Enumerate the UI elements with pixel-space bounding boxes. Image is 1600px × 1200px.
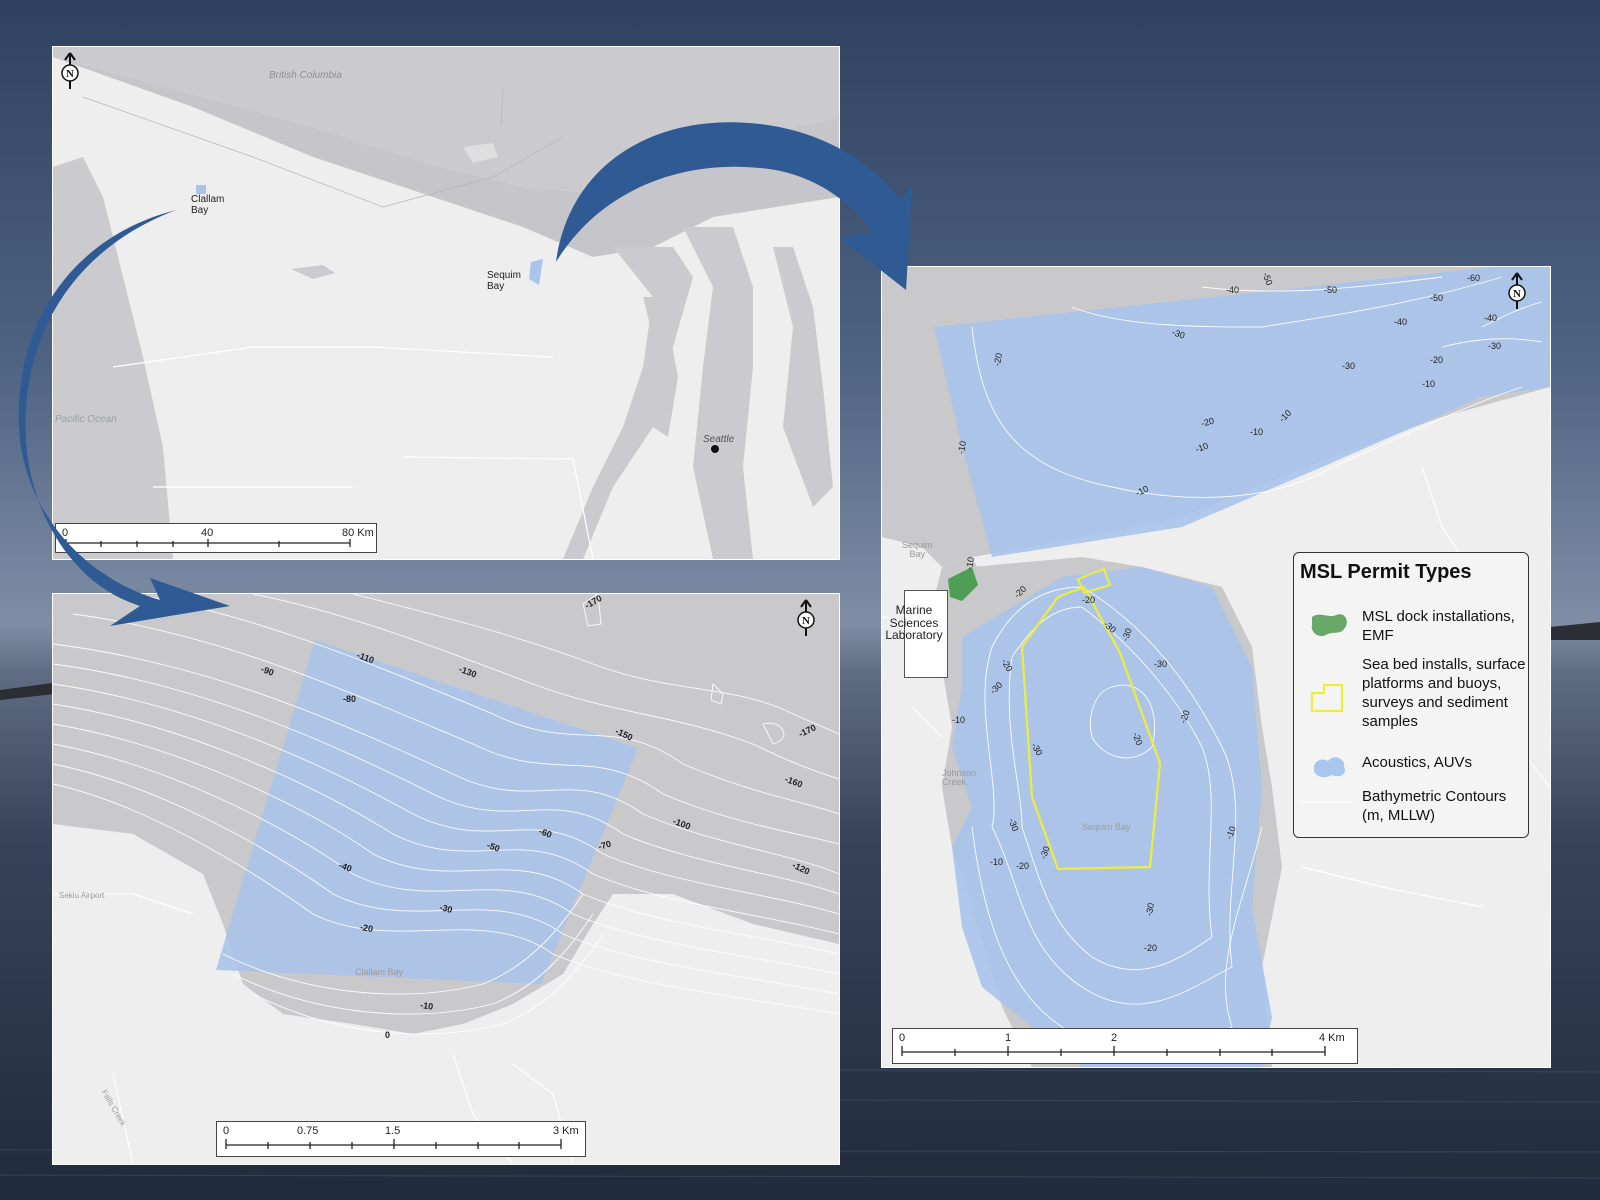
north-arrow-icon: N xyxy=(57,51,83,91)
label-marine-sciences-laboratory: Marine Sciences Laboratory xyxy=(885,603,943,643)
scale-bar-sequim: 0 1 2 4 Km xyxy=(892,1028,1358,1064)
contour-label: -10 xyxy=(1422,379,1436,389)
contour-label: -10 xyxy=(952,715,966,725)
legend-item-contours: Bathymetric Contours (m, MLLW) xyxy=(1362,788,1507,824)
acoustic-swatch-icon xyxy=(1313,757,1346,778)
contour-label: -40 xyxy=(1226,285,1240,295)
scale-bar-overview: 0 40 80 Km xyxy=(55,523,377,553)
contour-label: -20 xyxy=(1082,595,1096,605)
label-sequim-bay-town: Sequim Bay xyxy=(902,540,933,560)
label-seattle: Seattle xyxy=(703,434,735,445)
scale-bar-clallam: 0 0.75 1.5 3 Km xyxy=(216,1121,586,1157)
legend-item-acoustics: Acoustics, AUVs xyxy=(1362,754,1473,771)
svg-text:N: N xyxy=(1513,288,1521,300)
contour-label: -20 xyxy=(1016,861,1030,871)
contour-label: -30 xyxy=(1154,659,1168,669)
contour-label: -10 xyxy=(419,1000,434,1012)
legend-item-seabed: Sea bed installs, surface platforms and … xyxy=(1362,656,1526,730)
north-arrow-icon: N xyxy=(793,598,819,638)
svg-text:N: N xyxy=(802,615,810,627)
legend-title: MSL Permit Types xyxy=(1300,561,1472,583)
label-british-columbia: British Columbia xyxy=(269,70,342,81)
label-clallam-bay-overview: Clallam Bay xyxy=(191,194,225,216)
label-pacific-ocean: Pacific Ocean xyxy=(55,414,117,425)
contour-label: 0 xyxy=(385,1030,391,1040)
contour-line-swatch-icon xyxy=(1300,801,1352,803)
north-arrow-icon: N xyxy=(1504,271,1530,311)
contour-label: -40 xyxy=(1484,313,1498,323)
label-sekiu-airport: Sekiu Airport xyxy=(59,891,105,900)
label-sequim-bay-water: Sequim Bay xyxy=(1082,822,1131,832)
contour-label: -10 xyxy=(1250,427,1264,437)
overview-map[interactable]: British Columbia Clallam Bay Sequim Bay … xyxy=(52,46,840,560)
contour-label: -20 xyxy=(1144,943,1158,953)
dock-swatch-icon xyxy=(1311,614,1347,637)
contour-label: -20 xyxy=(1430,355,1444,365)
clallam-bay-map[interactable]: Sekiu Airport Clallam Bay Falls Creek -1… xyxy=(52,593,840,1165)
contour-label: -30 xyxy=(1342,361,1356,371)
label-johnson-creek: Johnson Creek xyxy=(942,768,977,788)
contour-label: -50 xyxy=(1430,293,1444,303)
contour-label: -80 xyxy=(343,694,357,704)
contour-label: -40 xyxy=(1394,317,1408,327)
label-clallam-bay-water: Clallam Bay xyxy=(355,967,404,977)
contour-label: -30 xyxy=(1488,341,1502,351)
contour-label: -60 xyxy=(1467,273,1481,283)
permit-outline-swatch-icon xyxy=(1310,683,1344,713)
legend: MSL Permit Types MSL dock installations,… xyxy=(1293,552,1529,838)
contour-label: -50 xyxy=(1324,285,1338,295)
svg-text:N: N xyxy=(66,68,74,80)
legend-item-dock: MSL dock installations, EMF xyxy=(1362,608,1515,644)
contour-label: -20 xyxy=(359,922,374,935)
label-sequim-bay-overview: Sequim Bay xyxy=(487,270,521,292)
contour-label: -10 xyxy=(990,857,1004,867)
